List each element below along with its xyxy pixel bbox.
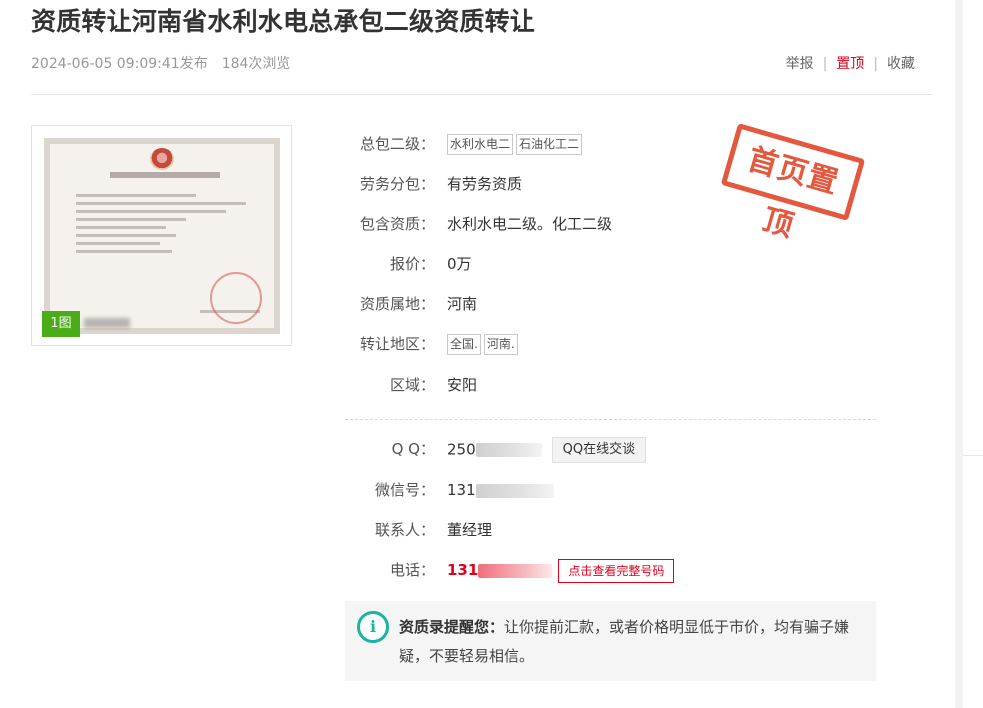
page-title: 资质转让河南省水利水电总承包二级资质转让 [31, 7, 536, 36]
qq-chat-button[interactable]: QQ在线交谈 [551, 437, 647, 463]
detail-row-location: 资质属地： 河南 [345, 292, 477, 316]
masked-digits [478, 563, 553, 578]
qualification-tag[interactable]: 水利水电二 [447, 134, 514, 155]
sidebar-card [963, 0, 983, 708]
homepage-pin-stamp: 首页置顶 [720, 123, 866, 245]
header-divider [31, 94, 932, 95]
contact-row-person: 联系人： 董经理 [345, 518, 492, 542]
sidebar-divider [963, 455, 983, 456]
right-sidebar-edge [955, 0, 983, 708]
detail-tags: 水利水电二 石油化工二 [447, 132, 585, 156]
official-seal [210, 272, 262, 324]
certificate-line [76, 242, 160, 245]
certificate-line [76, 210, 226, 213]
detail-label: 总包二级： [359, 135, 435, 153]
detail-row-included: 包含资质： 水利水电二级。化工二级 [345, 212, 612, 236]
contact-value-wrap: 131 点击查看完整号码 [447, 558, 675, 583]
section-divider [345, 419, 876, 420]
certificate-heading [110, 172, 220, 178]
certificate-line [76, 194, 196, 197]
detail-row-transfer-region: 转让地区： 全国. 河南. [345, 332, 521, 356]
detail-value: 有劳务资质 [447, 175, 523, 193]
certificate-line [76, 250, 172, 253]
notice-text: 资质录提醒您：让你提前汇款，或者价格明显低于市价，均有骗子嫌疑，不要轻易相信。 [399, 613, 869, 671]
certificate-line [76, 218, 186, 221]
safety-notice: i 资质录提醒您：让你提前汇款，或者价格明显低于市价，均有骗子嫌疑，不要轻易相信… [345, 601, 876, 681]
post-actions: 举报 | 置顶 | 收藏 [786, 53, 915, 73]
detail-row-general-contract: 总包二级： 水利水电二 石油化工二 [345, 132, 585, 156]
separator: | [873, 56, 878, 72]
pin-link[interactable]: 置顶 [836, 56, 864, 72]
detail-value: 0万 [447, 255, 472, 273]
contact-value-wrap: 131 [447, 478, 554, 502]
national-emblem [150, 148, 174, 170]
contact-row-wechat: 微信号： 131 [345, 478, 554, 502]
notice-title: 资质录提醒您： [399, 618, 505, 636]
region-tag[interactable]: 全国. [447, 334, 481, 355]
masked-digits [475, 483, 554, 498]
image-count-badge: 1图 [42, 311, 80, 337]
detail-row-price: 报价： 0万 [345, 252, 472, 276]
region-tag[interactable]: 河南. [483, 334, 518, 355]
phone-number: 131 [447, 561, 479, 579]
detail-row-labor: 劳务分包： 有劳务资质 [345, 172, 522, 196]
detail-label: 报价： [389, 255, 435, 273]
show-full-number-button[interactable]: 点击查看完整号码 [558, 558, 675, 583]
qq-number: 250 [447, 440, 476, 459]
detail-label: 劳务分包： [359, 175, 435, 193]
contact-row-phone: 电话： 131 点击查看完整号码 [345, 558, 675, 583]
detail-row-area: 区域： 安阳 [345, 373, 477, 397]
masked-digits [475, 443, 542, 457]
favorite-link[interactable]: 收藏 [887, 56, 915, 72]
certificate-image [44, 138, 280, 334]
report-link[interactable]: 举报 [786, 56, 814, 72]
qualification-tag[interactable]: 石油化工二 [516, 134, 583, 155]
publish-date: 2024-06-05 09:09:41发布 [31, 56, 208, 72]
info-icon: i [357, 611, 389, 643]
certificate-line [76, 234, 176, 237]
detail-value: 河南 [447, 295, 478, 313]
separator: | [822, 56, 828, 72]
certificate-thumbnail[interactable]: 1图 [31, 125, 292, 346]
post-meta: 2024-06-05 09:09:41发布 184次浏览 [31, 53, 290, 73]
certificate-line [76, 226, 166, 229]
wechat-number: 131 [447, 481, 476, 499]
contact-person: 董经理 [447, 521, 493, 539]
contact-label: 微信号： [374, 481, 435, 499]
contact-label: 电话： [389, 561, 435, 579]
detail-label: 区域： [389, 376, 435, 394]
blurred-watermark [84, 318, 130, 328]
detail-tags: 全国. 河南. [447, 332, 521, 356]
detail-value: 水利水电二级。化工二级 [447, 215, 613, 233]
detail-label: 转让地区： [359, 335, 435, 353]
main-panel: 资质转让河南省水利水电总承包二级资质转让 2024-06-05 09:09:41… [0, 0, 955, 708]
contact-label: 联系人： [374, 521, 435, 539]
detail-label: 包含资质： [359, 215, 435, 233]
view-count: 184次浏览 [221, 56, 291, 72]
contact-value-wrap: 250 QQ在线交谈 [447, 437, 647, 463]
detail-label: 资质属地： [359, 295, 435, 313]
certificate-line [76, 202, 246, 205]
contact-row-qq: Q Q： 250 QQ在线交谈 [345, 437, 647, 463]
detail-value: 安阳 [447, 376, 478, 394]
contact-label: Q Q： [391, 440, 435, 458]
